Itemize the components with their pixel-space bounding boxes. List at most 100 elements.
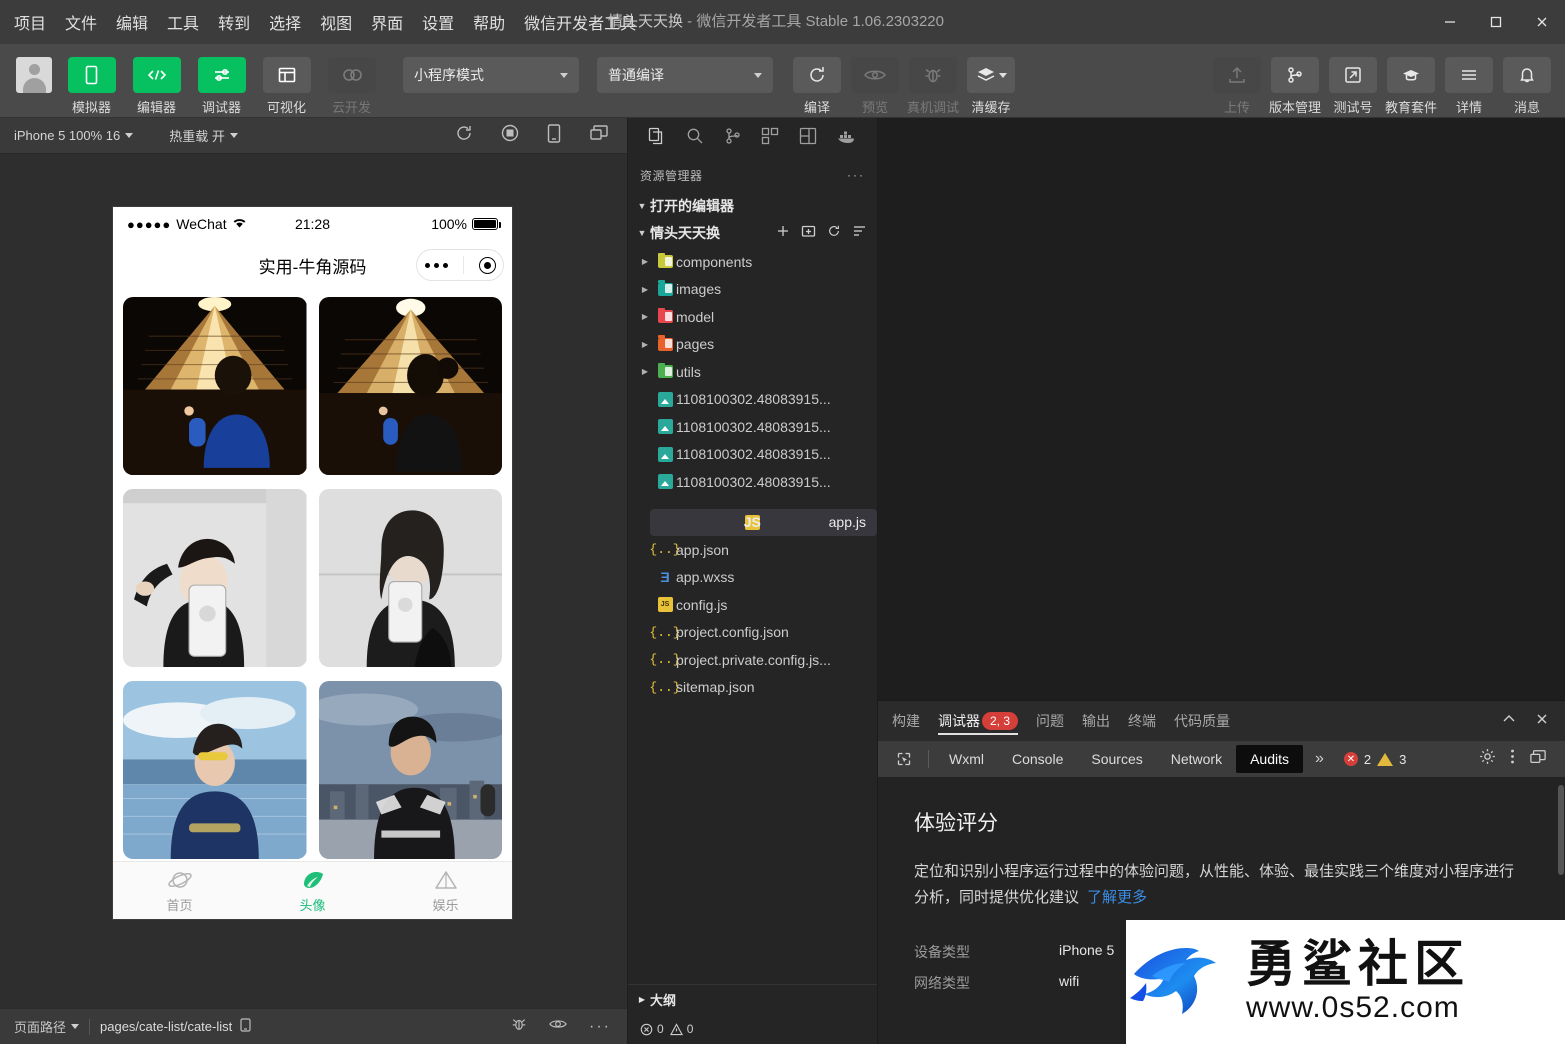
- devtools-tab-code-quality[interactable]: 代码质量: [1174, 701, 1230, 741]
- files-icon[interactable]: [648, 127, 666, 150]
- tree-item-utils[interactable]: ▶ utils: [628, 358, 877, 386]
- extensions-icon[interactable]: [761, 127, 779, 150]
- hotreload-select[interactable]: 热重载 开: [169, 126, 238, 145]
- outline-section[interactable]: ▶ 大纲: [628, 984, 877, 1014]
- devtools-tab-problems[interactable]: 问题: [1036, 701, 1064, 741]
- explorer-more-dots[interactable]: ···: [847, 168, 865, 182]
- minimize-button[interactable]: [1427, 0, 1473, 44]
- bug-icon[interactable]: [511, 1016, 527, 1037]
- menu-item-tools[interactable]: 工具: [167, 10, 199, 34]
- clear-cache-button[interactable]: 清缓存: [965, 57, 1017, 116]
- grid-item[interactable]: [123, 489, 307, 667]
- tab-entertainment[interactable]: 娱乐: [379, 862, 512, 919]
- subtab-audits[interactable]: Audits: [1236, 745, 1304, 773]
- grid-item[interactable]: [123, 681, 307, 859]
- tree-item-sitemap-json[interactable]: {..} sitemap.json: [628, 674, 877, 702]
- dock-icon[interactable]: [1529, 749, 1547, 770]
- devtools-tab-debugger[interactable]: 调试器 2, 3: [938, 701, 1019, 741]
- new-file-icon[interactable]: [776, 224, 790, 241]
- inspect-element-icon[interactable]: [886, 751, 922, 767]
- tree-item-project-private-config-json[interactable]: {..} project.private.config.js...: [628, 646, 877, 674]
- project-section[interactable]: ▼ 情头天天换: [628, 219, 877, 246]
- grid-item[interactable]: [318, 681, 502, 859]
- menu-item-help[interactable]: 帮助: [473, 10, 505, 34]
- subtab-network[interactable]: Network: [1157, 745, 1236, 773]
- grid-item[interactable]: [123, 297, 307, 475]
- target-circle-icon[interactable]: [478, 256, 496, 274]
- devtools-tab-terminal[interactable]: 终端: [1128, 701, 1156, 741]
- tree-item-image-file[interactable]: 1108100302.48083915...: [628, 468, 877, 496]
- tab-avatar[interactable]: 头像: [246, 862, 379, 919]
- tree-item-components[interactable]: ▶ components: [628, 248, 877, 276]
- eye-icon[interactable]: [549, 1017, 567, 1036]
- layout-icon[interactable]: [799, 127, 817, 150]
- open-editors-section[interactable]: ▼ 打开的编辑器: [628, 192, 877, 219]
- compile-button[interactable]: 编译: [791, 57, 843, 116]
- error-status[interactable]: 0: [640, 1022, 664, 1036]
- collapse-all-icon[interactable]: [852, 224, 867, 241]
- upload-button[interactable]: 上传: [1211, 57, 1263, 116]
- tree-item-app-json[interactable]: {..} app.json: [628, 536, 877, 564]
- toggle-editor-button[interactable]: 编辑器: [127, 57, 186, 116]
- tree-item-app-wxss[interactable]: Ǝ app.wxss: [628, 564, 877, 592]
- chevron-up-icon[interactable]: [1501, 712, 1517, 730]
- education-kit-button[interactable]: 教育套件: [1385, 57, 1437, 116]
- messages-button[interactable]: 消息: [1501, 57, 1553, 116]
- page-path-select[interactable]: 页面路径: [14, 1017, 80, 1036]
- learn-more-link[interactable]: 了解更多: [1087, 889, 1147, 906]
- devtools-tab-output[interactable]: 输出: [1082, 701, 1110, 741]
- device-select[interactable]: iPhone 5 100% 16: [14, 128, 134, 143]
- overflow-icon[interactable]: »: [1303, 750, 1336, 768]
- subtab-sources[interactable]: Sources: [1077, 745, 1156, 773]
- subtab-console[interactable]: Console: [998, 745, 1077, 773]
- tree-item-app-js[interactable]: JS app.js: [650, 508, 877, 536]
- compile-select[interactable]: 普通编译: [597, 57, 773, 93]
- gear-icon[interactable]: [1479, 748, 1496, 770]
- test-account-button[interactable]: 测试号: [1327, 57, 1379, 116]
- tree-item-config-js[interactable]: JS config.js: [628, 591, 877, 619]
- maximize-button[interactable]: [1473, 0, 1519, 44]
- details-button[interactable]: 详情: [1443, 57, 1495, 116]
- search-icon[interactable]: [686, 127, 704, 150]
- tree-item-pages[interactable]: ▶ pages: [628, 331, 877, 359]
- menu-item-view[interactable]: 视图: [320, 10, 352, 34]
- tree-item-image-file[interactable]: 1108100302.48083915...: [628, 386, 877, 414]
- tree-item-image-file[interactable]: 1108100302.48083915...: [628, 413, 877, 441]
- more-dots-icon[interactable]: [424, 262, 448, 268]
- tab-home[interactable]: 首页: [113, 862, 246, 919]
- close-button[interactable]: [1519, 0, 1565, 44]
- preview-button[interactable]: 预览: [849, 57, 901, 116]
- toggle-visualization-button[interactable]: 可视化: [257, 57, 316, 116]
- version-control-button[interactable]: 版本管理: [1269, 57, 1321, 116]
- rotate-icon[interactable]: [455, 124, 473, 147]
- tree-item-project-config-json[interactable]: {..} project.config.json: [628, 619, 877, 647]
- toggle-simulator-button[interactable]: 模拟器: [62, 57, 121, 116]
- refresh-icon[interactable]: [827, 224, 841, 241]
- close-icon[interactable]: [1535, 712, 1549, 731]
- more-icon[interactable]: ···: [589, 1018, 611, 1034]
- device-icon[interactable]: [547, 123, 561, 148]
- menu-item-project[interactable]: 项目: [14, 10, 46, 34]
- grid-item[interactable]: [318, 489, 502, 667]
- menu-item-select[interactable]: 选择: [269, 10, 301, 34]
- docker-icon[interactable]: [837, 128, 857, 149]
- menu-item-interface[interactable]: 界面: [371, 10, 403, 34]
- new-folder-icon[interactable]: [801, 224, 816, 241]
- menu-item-file[interactable]: 文件: [65, 10, 97, 34]
- menu-item-edit[interactable]: 编辑: [116, 10, 148, 34]
- warning-status[interactable]: 0: [669, 1022, 693, 1036]
- code-editor-area[interactable]: [878, 118, 1565, 700]
- copy-icon[interactable]: [240, 1017, 253, 1036]
- menu-item-goto[interactable]: 转到: [218, 10, 250, 34]
- source-control-icon[interactable]: [724, 127, 742, 150]
- subtab-wxml[interactable]: Wxml: [935, 745, 998, 773]
- grid-item[interactable]: [318, 297, 502, 475]
- devtools-tab-build[interactable]: 构建: [892, 701, 920, 741]
- menu-item-settings[interactable]: 设置: [422, 10, 454, 34]
- real-device-debug-button[interactable]: 真机调试: [907, 57, 959, 116]
- record-icon[interactable]: [501, 124, 519, 147]
- tree-item-images[interactable]: ▶ images: [628, 276, 877, 304]
- tree-item-model[interactable]: ▶ model: [628, 303, 877, 331]
- tree-item-image-file[interactable]: 1108100302.48083915...: [628, 441, 877, 469]
- scrollbar-thumb[interactable]: [1558, 785, 1564, 875]
